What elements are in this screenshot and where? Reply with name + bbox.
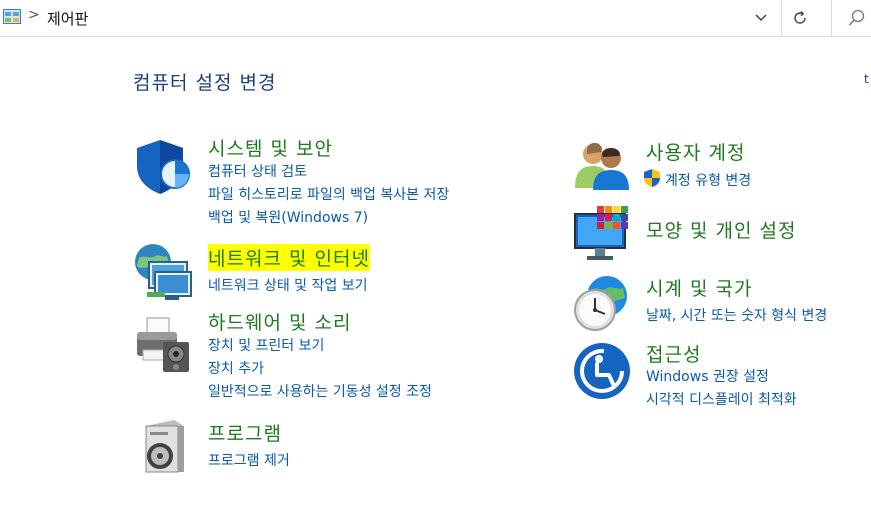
- category-title[interactable]: 모양 및 개인 설정: [646, 216, 796, 243]
- view-by-link[interactable]: t: [864, 72, 869, 86]
- search-icon: [848, 9, 865, 26]
- programs-disc-icon[interactable]: [140, 418, 190, 480]
- page-title: 컴퓨터 설정 변경: [133, 72, 277, 94]
- category-title[interactable]: 하드웨어 및 소리: [208, 308, 351, 335]
- security-shield-icon[interactable]: [133, 138, 191, 200]
- search-input[interactable]: [831, 0, 871, 36]
- address-bar: > 제어판: [0, 0, 871, 37]
- category-title[interactable]: 시계 및 국가: [646, 274, 752, 301]
- link-devices-printers[interactable]: 장치 및 프린터 보기: [208, 335, 324, 355]
- link-backup-restore[interactable]: 백업 및 복원(Windows 7): [208, 207, 368, 227]
- category-title[interactable]: 프로그램: [208, 419, 282, 446]
- refresh-button[interactable]: [784, 3, 816, 33]
- network-globe-icon[interactable]: [133, 240, 193, 306]
- appearance-monitor-icon[interactable]: [573, 204, 633, 266]
- breadcrumb-separator[interactable]: >: [28, 7, 40, 23]
- uac-shield-icon: [643, 168, 661, 188]
- category-title[interactable]: 접근성: [646, 340, 701, 367]
- control-panel-icon: [3, 9, 21, 25]
- link-change-account-type[interactable]: 계정 유형 변경: [665, 170, 751, 190]
- breadcrumb-control-panel[interactable]: 제어판: [47, 8, 88, 29]
- link-review-computer-status[interactable]: 컴퓨터 상태 검토: [208, 161, 307, 181]
- address-dropdown-button[interactable]: [748, 6, 774, 30]
- category-title[interactable]: 시스템 및 보안: [208, 134, 333, 161]
- chevron-down-icon: [755, 14, 767, 22]
- divider: [781, 0, 782, 36]
- link-uninstall-program[interactable]: 프로그램 제거: [208, 450, 290, 470]
- ease-of-access-icon[interactable]: [573, 342, 631, 404]
- printer-speaker-icon[interactable]: [133, 316, 193, 378]
- link-view-network-status[interactable]: 네트워크 상태 및 작업 보기: [208, 275, 367, 295]
- link-mobility-settings[interactable]: 일반적으로 사용하는 기동성 설정 조정: [208, 381, 432, 401]
- clock-globe-icon[interactable]: [571, 274, 631, 338]
- category-title[interactable]: 네트워크 및 인터넷: [208, 244, 370, 271]
- link-change-date-time-format[interactable]: 날짜, 시간 또는 숫자 형식 변경: [646, 305, 827, 325]
- refresh-icon: [794, 11, 806, 24]
- users-icon[interactable]: [573, 140, 631, 194]
- link-add-device[interactable]: 장치 추가: [208, 358, 264, 378]
- link-optimize-display[interactable]: 시각적 디스플레이 최적화: [646, 389, 797, 409]
- category-title[interactable]: 사용자 계정: [646, 138, 745, 165]
- link-recommended-settings[interactable]: Windows 권장 설정: [646, 366, 769, 386]
- link-file-history-backup[interactable]: 파일 히스토리로 파일의 백업 복사본 저장: [208, 184, 449, 204]
